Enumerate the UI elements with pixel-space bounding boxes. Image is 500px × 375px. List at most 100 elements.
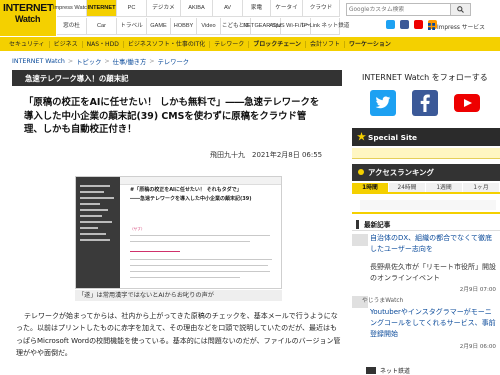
screenshot-text-line: [130, 265, 268, 266]
site-link[interactable]: Impress Watch: [53, 0, 90, 17]
site-link[interactable]: ケータイ: [271, 0, 303, 17]
screenshot-text-line: [130, 271, 270, 272]
grid-icon: [428, 23, 435, 30]
latest-label: 最新記事: [364, 221, 391, 229]
category-nav-item[interactable]: ビジネス: [50, 40, 83, 48]
page: INTERNET Watch Impress Watch INTERNET PC デジ…: [0, 0, 500, 375]
site-link[interactable]: HOBBY: [171, 18, 197, 35]
category-nav-item[interactable]: ワーケーション: [345, 41, 395, 48]
site-link[interactable]: 窓の杜: [57, 18, 87, 35]
twitter-icon[interactable]: [386, 20, 395, 29]
site-link[interactable]: Video: [197, 18, 221, 35]
ranking-tab[interactable]: 1時間: [352, 183, 389, 192]
site-link[interactable]: TP-Link ネット鉄道: [301, 18, 349, 35]
facebook-icon[interactable]: [412, 90, 438, 116]
follow-icons: [362, 90, 488, 116]
breadcrumb-separator: >: [67, 58, 74, 65]
special-site-heading[interactable]: Special Site: [352, 128, 500, 146]
ranking-tabs: 1時間 24時間 1週間 1ヶ月: [352, 183, 500, 194]
breadcrumb: INTERNET Watch > トピック > 仕事/働き方 > テレワーク: [12, 57, 189, 66]
news-item-title[interactable]: 自治体のDX、組織の都合でなくて徹底したユーザー志向を: [370, 233, 496, 255]
site-link[interactable]: デジカメ: [147, 0, 181, 17]
train-icon: [366, 367, 376, 374]
news-item-date: 2月9日 07:00: [459, 287, 496, 294]
article-body: テレワークが始まってからは、社内から上がってきた原稿のチェックを、基本メールで行…: [16, 312, 341, 358]
news-item-1[interactable]: 自治体のDX、組織の都合でなくて徹底したユーザー志向を: [370, 233, 496, 255]
logo-line2: Watch: [15, 14, 41, 24]
breadcrumb-item[interactable]: テレワーク: [158, 57, 189, 66]
breadcrumb-item[interactable]: トピック: [76, 57, 101, 66]
net-railway-label: ネット鉄道: [380, 368, 411, 375]
screenshot-note: 〈サブ〉: [130, 227, 145, 231]
latest-heading: 最新記事: [352, 218, 500, 231]
category-nav-item[interactable]: ブロックチェーン: [249, 40, 306, 48]
breadcrumb-item[interactable]: INTERNET Watch: [12, 58, 65, 65]
article-category-bar: 急速テレワーク導入！の顛末記: [12, 70, 342, 86]
news-item-3[interactable]: Youtuberやインスタグラマーがモーニングコールをしてくれるサービス、事前登…: [370, 307, 496, 350]
logo-line1: INTERNET: [3, 2, 54, 14]
youtube-icon[interactable]: [454, 90, 480, 116]
ranking-dot-icon: [358, 169, 364, 175]
access-ranking-label: アクセスランキング: [368, 168, 434, 177]
category-nav-item[interactable]: NAS・HDD: [83, 40, 124, 48]
site-links: Impress Watch INTERNET PC デジカメ AKIBA AV 家電 ケータイ…: [53, 0, 349, 36]
special-site-label: Special Site: [368, 132, 418, 142]
search-button[interactable]: [450, 4, 470, 15]
article-title: 「原稿の校正をAIに任せたい！ しかも無料で」――急速テレワークを導入した中小企…: [24, 97, 320, 136]
screenshot-toolbar: [120, 177, 281, 185]
screenshot-text-line: [130, 251, 180, 252]
impress-services-link[interactable]: Impress サービス: [428, 22, 485, 31]
logo[interactable]: INTERNET Watch: [0, 0, 56, 36]
star-icon: [357, 132, 366, 141]
search-box: [346, 3, 471, 16]
youtube-icon[interactable]: [414, 20, 423, 29]
access-ranking-heading: アクセスランキング: [352, 164, 500, 181]
site-link[interactable]: トラベル: [117, 18, 147, 35]
ranking-tab[interactable]: 1週間: [426, 183, 463, 192]
screenshot-title: #「原稿の校正をAIに任せたい！ それもタダで」 ――急速テレワークを導入した中…: [130, 186, 275, 204]
category-nav-item[interactable]: 会計ソフト: [306, 40, 345, 48]
category-nav: セキュリティ ビジネス NAS・HDD ビジネスソフト・仕事のIT化 テレワーク ブロック…: [0, 37, 500, 51]
breadcrumb-item[interactable]: 仕事/働き方: [113, 57, 147, 66]
impress-services-label: Impress サービス: [437, 25, 485, 31]
article-byline: 飛田九十九 2021年2月8日 06:55: [210, 151, 323, 159]
news-item-title[interactable]: Youtuberやインスタグラマーがモーニングコールをしてくれるサービス、事前登…: [370, 307, 496, 341]
ranking-tab[interactable]: 24時間: [389, 183, 426, 192]
ranking-tab[interactable]: 1ヶ月: [463, 183, 500, 192]
twitter-icon[interactable]: [370, 90, 396, 116]
news-source[interactable]: やじうまWatch: [362, 295, 403, 304]
search-input[interactable]: [349, 5, 449, 15]
follow-heading: INTERNET Watch をフォローする: [362, 73, 488, 82]
site-link[interactable]: PC: [117, 0, 147, 17]
site-link[interactable]: Car: [87, 18, 117, 35]
category-nav-item[interactable]: テレワーク: [210, 40, 250, 48]
site-link[interactable]: GAME: [147, 18, 171, 35]
article-screenshot[interactable]: #「原稿の校正をAIに任せたい！ それもタダで」 ――急速テレワークを導入した中…: [75, 176, 282, 289]
net-railway-heading[interactable]: ネット鉄道: [352, 366, 500, 375]
news-item-title[interactable]: 長野県佐久市が「リモート市役所」開設のオンラインイベント: [370, 262, 496, 284]
search-icon: [457, 6, 464, 13]
site-link[interactable]: AV: [213, 0, 243, 17]
screenshot-text-line: [130, 241, 250, 242]
news-item-2[interactable]: 長野県佐久市が「リモート市役所」開設のオンラインイベント 2月9日 07:00: [370, 262, 496, 293]
category-nav-item[interactable]: セキュリティ: [5, 40, 50, 48]
breadcrumb-separator: >: [104, 58, 110, 65]
news-thumbnail[interactable]: [352, 234, 368, 246]
ranking-list: [360, 200, 496, 210]
site-link[interactable]: INTERNET: [87, 0, 117, 17]
screenshot-text-line: [130, 235, 270, 236]
news-item-date: 2月9日 06:00: [459, 343, 496, 350]
heading-bar: [356, 220, 359, 229]
site-link[interactable]: クラウド: [303, 0, 340, 17]
breadcrumb-separator: >: [149, 58, 155, 65]
article-category[interactable]: 急速テレワーク導入！の顛末記: [25, 73, 128, 84]
image-caption: 「遂」は常用漢字ではないとAIからお叱りの声が: [75, 290, 282, 301]
category-nav-item[interactable]: ビジネスソフト・仕事のIT化: [124, 40, 211, 48]
site-links-row2: 窓の杜 Car トラベル GAME HOBBY Video こどもとIT NETGEAR Sp…: [57, 18, 349, 36]
site-link[interactable]: AKIBA: [181, 0, 213, 17]
ranking-divider: [352, 212, 500, 214]
screenshot-sidebar: [76, 177, 120, 288]
facebook-icon[interactable]: [400, 20, 409, 29]
site-link[interactable]: 家電: [243, 0, 271, 17]
screenshot-title-text: #「原稿の校正をAIに任せたい！ それもタダで」: [130, 187, 242, 193]
